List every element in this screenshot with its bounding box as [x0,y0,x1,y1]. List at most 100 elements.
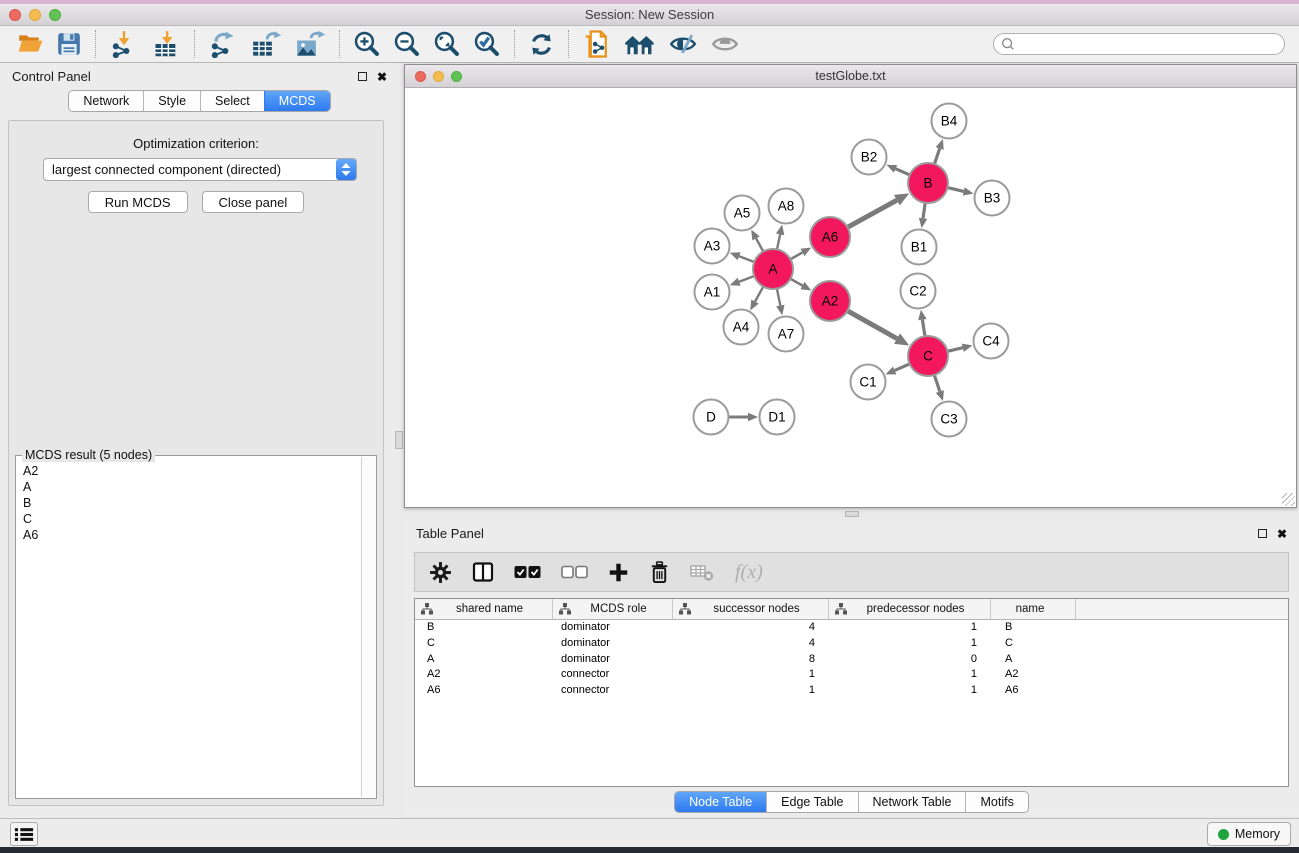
run-mcds-button[interactable]: Run MCDS [88,191,188,213]
node-B2[interactable]: B2 [852,140,887,175]
show-eye-button[interactable] [704,27,746,61]
edge-A-A8[interactable] [776,225,784,250]
close-panel-icon[interactable]: ✖ [1277,529,1287,539]
home-button[interactable] [618,27,662,61]
tab-select[interactable]: Select [200,91,264,111]
optimization-criterion-select[interactable]: largest connected component (directed) [43,158,357,181]
maximize-window-button[interactable] [451,71,462,82]
refresh-button[interactable] [522,27,561,61]
float-panel-icon[interactable] [1258,529,1267,538]
show-panel-list-button[interactable] [10,822,38,846]
node-A2[interactable]: A2 [810,281,850,321]
search-input[interactable] [1016,35,1284,53]
node-B1[interactable]: B1 [902,230,937,265]
mcds-result-item[interactable]: A6 [23,527,361,543]
zoom-in-button[interactable] [347,27,387,61]
table-row[interactable]: A2connector11A2 [415,667,1288,683]
network-file-button[interactable] [576,27,618,61]
edge-B-B3[interactable] [947,187,973,195]
table-row[interactable]: Adominator80A [415,652,1288,668]
hide-labels-button[interactable] [662,27,704,61]
edge-A-A1[interactable] [730,276,755,286]
zoom-selected-button[interactable] [467,27,507,61]
split-divider-handle-horizontal[interactable] [845,511,859,517]
table-row[interactable]: A6connector11A6 [415,683,1288,699]
minimize-window-button[interactable] [29,9,41,21]
show-column-panel-button[interactable] [472,561,494,583]
float-panel-icon[interactable] [358,72,367,81]
edge-C-C2[interactable] [918,310,926,336]
mcds-result-item[interactable]: A [23,479,361,495]
edge-C-C1[interactable] [885,364,909,374]
edge-B-B4[interactable] [934,139,943,164]
edge-D-D1[interactable] [729,413,759,422]
delete-table-button[interactable] [690,562,715,582]
edge-A-A6[interactable] [790,248,811,260]
mcds-result-item[interactable]: A2 [23,463,361,479]
maximize-window-button[interactable] [49,9,61,21]
edge-C-C4[interactable] [947,344,972,352]
split-divider-handle-vertical[interactable] [395,431,403,449]
network-window-titlebar[interactable]: testGlobe.txt [405,65,1296,88]
node-C4[interactable]: C4 [974,324,1009,359]
edge-B-B2[interactable] [886,165,909,175]
node-C3[interactable]: C3 [932,402,967,437]
edge-B-B1[interactable] [919,203,927,228]
node-B3[interactable]: B3 [975,181,1010,216]
close-panel-icon[interactable]: ✖ [377,72,387,82]
node-A[interactable]: A [753,249,793,289]
tab-motifs[interactable]: Motifs [965,792,1027,812]
import-table-button[interactable] [145,27,187,61]
column-header-name[interactable]: name [991,599,1076,619]
unselect-all-button[interactable] [561,565,588,579]
mcds-result-item[interactable]: C [23,511,361,527]
memory-button[interactable]: Memory [1207,822,1291,846]
add-column-button[interactable] [608,562,629,583]
zoom-fit-button[interactable] [427,27,467,61]
open-file-button[interactable] [10,27,50,61]
edge-A-A5[interactable] [751,230,763,252]
node-A3[interactable]: A3 [695,229,730,264]
edge-A-A4[interactable] [750,287,763,311]
delete-column-button[interactable] [649,561,670,584]
node-A7[interactable]: A7 [769,317,804,352]
mcds-result-item[interactable]: B [23,495,361,511]
table-settings-button[interactable] [429,561,452,584]
table-row[interactable]: Cdominator41C [415,636,1288,652]
mcds-list-scrollbar[interactable] [361,457,375,797]
edge-A-A3[interactable] [730,252,755,262]
edge-A6-B[interactable] [848,193,910,227]
column-header-MCDS-role[interactable]: MCDS role [553,599,673,619]
export-image-button[interactable] [288,27,332,61]
tab-edge-table[interactable]: Edge Table [766,792,857,812]
network-canvas[interactable]: ABCA2A6A1A3A4A5A7A8B1B2B3B4C1C2C3C4DD1 [405,88,1296,507]
edge-A-A2[interactable] [790,279,811,291]
tab-network[interactable]: Network [69,91,143,111]
tab-node-table[interactable]: Node Table [675,792,766,812]
node-A8[interactable]: A8 [769,189,804,224]
node-D1[interactable]: D1 [760,400,795,435]
close-window-button[interactable] [415,71,426,82]
node-B[interactable]: B [908,163,948,203]
window-resize-grip[interactable] [1282,493,1295,506]
node-A6[interactable]: A6 [810,217,850,257]
edge-A2-C[interactable] [847,311,909,346]
close-window-button[interactable] [9,9,21,21]
node-B4[interactable]: B4 [932,104,967,139]
node-A5[interactable]: A5 [725,196,760,231]
close-panel-button[interactable]: Close panel [202,191,305,213]
tab-style[interactable]: Style [143,91,200,111]
export-network-button[interactable] [202,27,244,61]
export-table-button[interactable] [244,27,288,61]
column-header-shared-name[interactable]: shared name [415,599,553,619]
search-box[interactable] [993,33,1285,55]
column-header-predecessor-nodes[interactable]: predecessor nodes [829,599,991,619]
node-A1[interactable]: A1 [695,275,730,310]
import-network-button[interactable] [103,27,145,61]
save-session-button[interactable] [50,27,88,61]
table-row[interactable]: Bdominator41B [415,620,1288,636]
tab-network-table[interactable]: Network Table [858,792,966,812]
minimize-window-button[interactable] [433,71,444,82]
edge-A-A7[interactable] [776,289,784,316]
edge-C-C3[interactable] [934,375,944,401]
